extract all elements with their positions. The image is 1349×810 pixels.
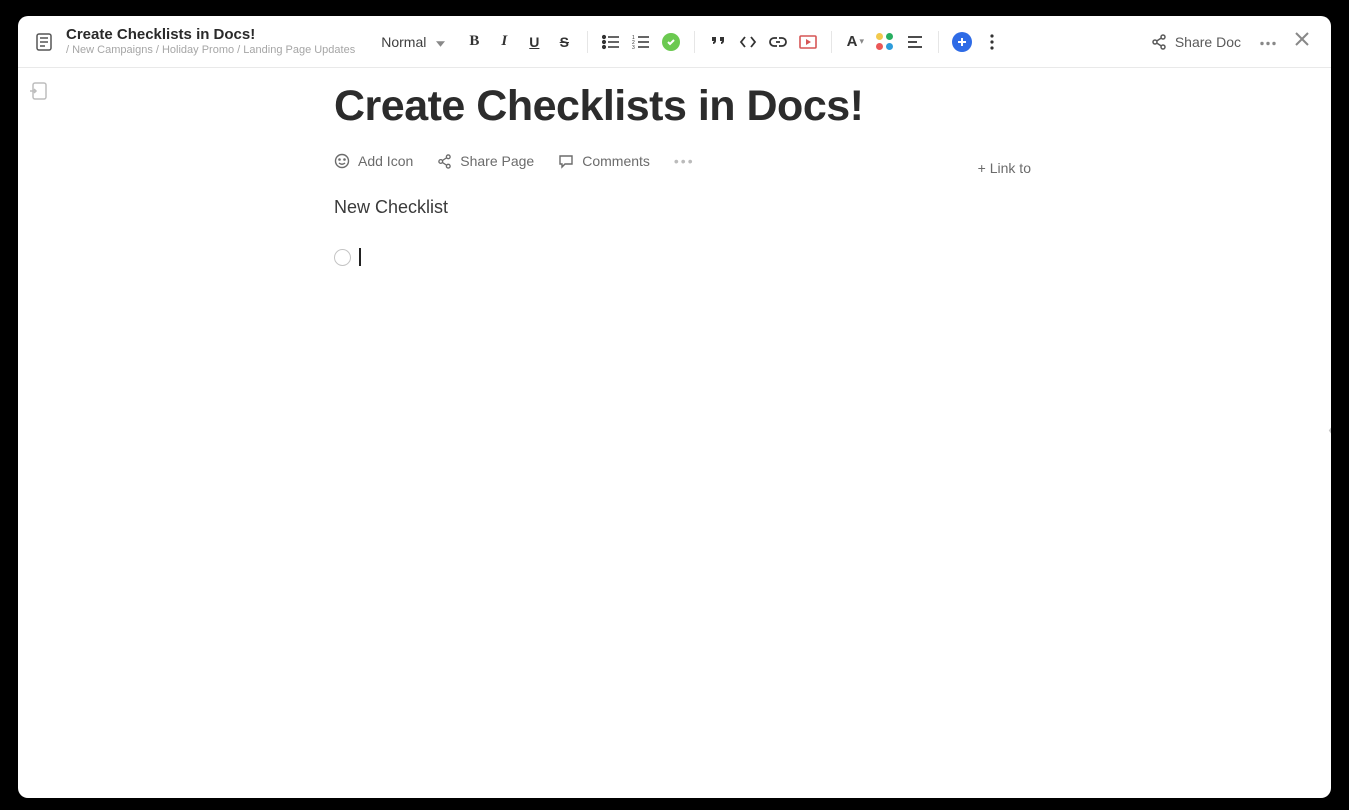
code-block-button[interactable] [735, 29, 761, 55]
text-cursor [359, 248, 361, 266]
style-select-label: Normal [381, 34, 426, 50]
page-title[interactable]: Create Checklists in Docs! [334, 82, 1031, 131]
breadcrumb[interactable]: / New Campaigns / Holiday Promo / Landin… [66, 44, 355, 57]
highlight-color-button[interactable] [872, 29, 898, 55]
doc-icon [30, 28, 58, 56]
check-circle-icon [662, 33, 680, 51]
checklist-row[interactable] [334, 248, 1031, 266]
share-doc-button[interactable]: Share Doc [1145, 30, 1247, 54]
underline-button[interactable]: U [521, 29, 547, 55]
link-button[interactable] [765, 29, 791, 55]
comment-icon [558, 153, 574, 169]
toolbar: Normal B I U S 123 [375, 29, 1005, 55]
share-page-label: Share Page [460, 153, 534, 169]
topbar: Create Checklists in Docs! / New Campaig… [18, 16, 1331, 68]
align-button[interactable] [902, 29, 928, 55]
comments-label: Comments [582, 153, 650, 169]
share-doc-label: Share Doc [1175, 34, 1241, 50]
italic-button[interactable]: I [491, 29, 517, 55]
plus-circle-icon [952, 32, 972, 52]
style-select[interactable]: Normal [375, 30, 451, 54]
checklist-button[interactable] [658, 29, 684, 55]
color-grid-icon [876, 33, 894, 51]
bold-button[interactable]: B [461, 29, 487, 55]
add-block-button[interactable] [949, 29, 975, 55]
separator [831, 31, 832, 53]
font-color-letter: A [847, 33, 858, 50]
bulleted-list-button[interactable] [598, 29, 624, 55]
comments-button[interactable]: Comments [558, 153, 650, 169]
separator [938, 31, 939, 53]
checkbox[interactable] [334, 249, 351, 266]
share-icon [1151, 34, 1167, 50]
subheading[interactable]: New Checklist [334, 197, 1031, 218]
doc-title: Create Checklists in Docs! [66, 26, 355, 44]
share-icon [437, 154, 452, 169]
chevron-down-icon [436, 34, 445, 50]
numbered-list-button[interactable]: 123 [628, 29, 654, 55]
add-icon-button[interactable]: Add Icon [334, 153, 413, 169]
page-actions: Add Icon Share Page Comments ••• [334, 153, 1031, 169]
quote-button[interactable] [705, 29, 731, 55]
more-toolbar-button[interactable] [979, 29, 1005, 55]
close-button[interactable] [1289, 26, 1315, 57]
font-color-button[interactable]: A ▾ [842, 29, 868, 55]
more-page-actions[interactable]: ••• [674, 153, 695, 169]
smiley-icon [334, 153, 350, 169]
share-page-button[interactable]: Share Page [437, 153, 534, 169]
content-area: Create Checklists in Docs! Add Icon Shar… [334, 82, 1031, 266]
title-block: Create Checklists in Docs! / New Campaig… [66, 26, 355, 57]
chevron-down-icon: ▾ [860, 36, 865, 47]
doc-window: Create Checklists in Docs! / New Campaig… [18, 16, 1331, 798]
link-to-button[interactable]: + Link to [978, 160, 1031, 176]
separator [587, 31, 588, 53]
subpage-icon[interactable] [30, 82, 48, 107]
panel-expand-handle[interactable] [1327, 419, 1331, 448]
strikethrough-button[interactable]: S [551, 29, 577, 55]
svg-text:3: 3 [632, 45, 635, 50]
add-icon-label: Add Icon [358, 153, 413, 169]
embed-button[interactable] [795, 29, 821, 55]
doc-body: Create Checklists in Docs! Add Icon Shar… [18, 68, 1331, 798]
separator [694, 31, 695, 53]
more-options-button[interactable] [1255, 29, 1281, 55]
